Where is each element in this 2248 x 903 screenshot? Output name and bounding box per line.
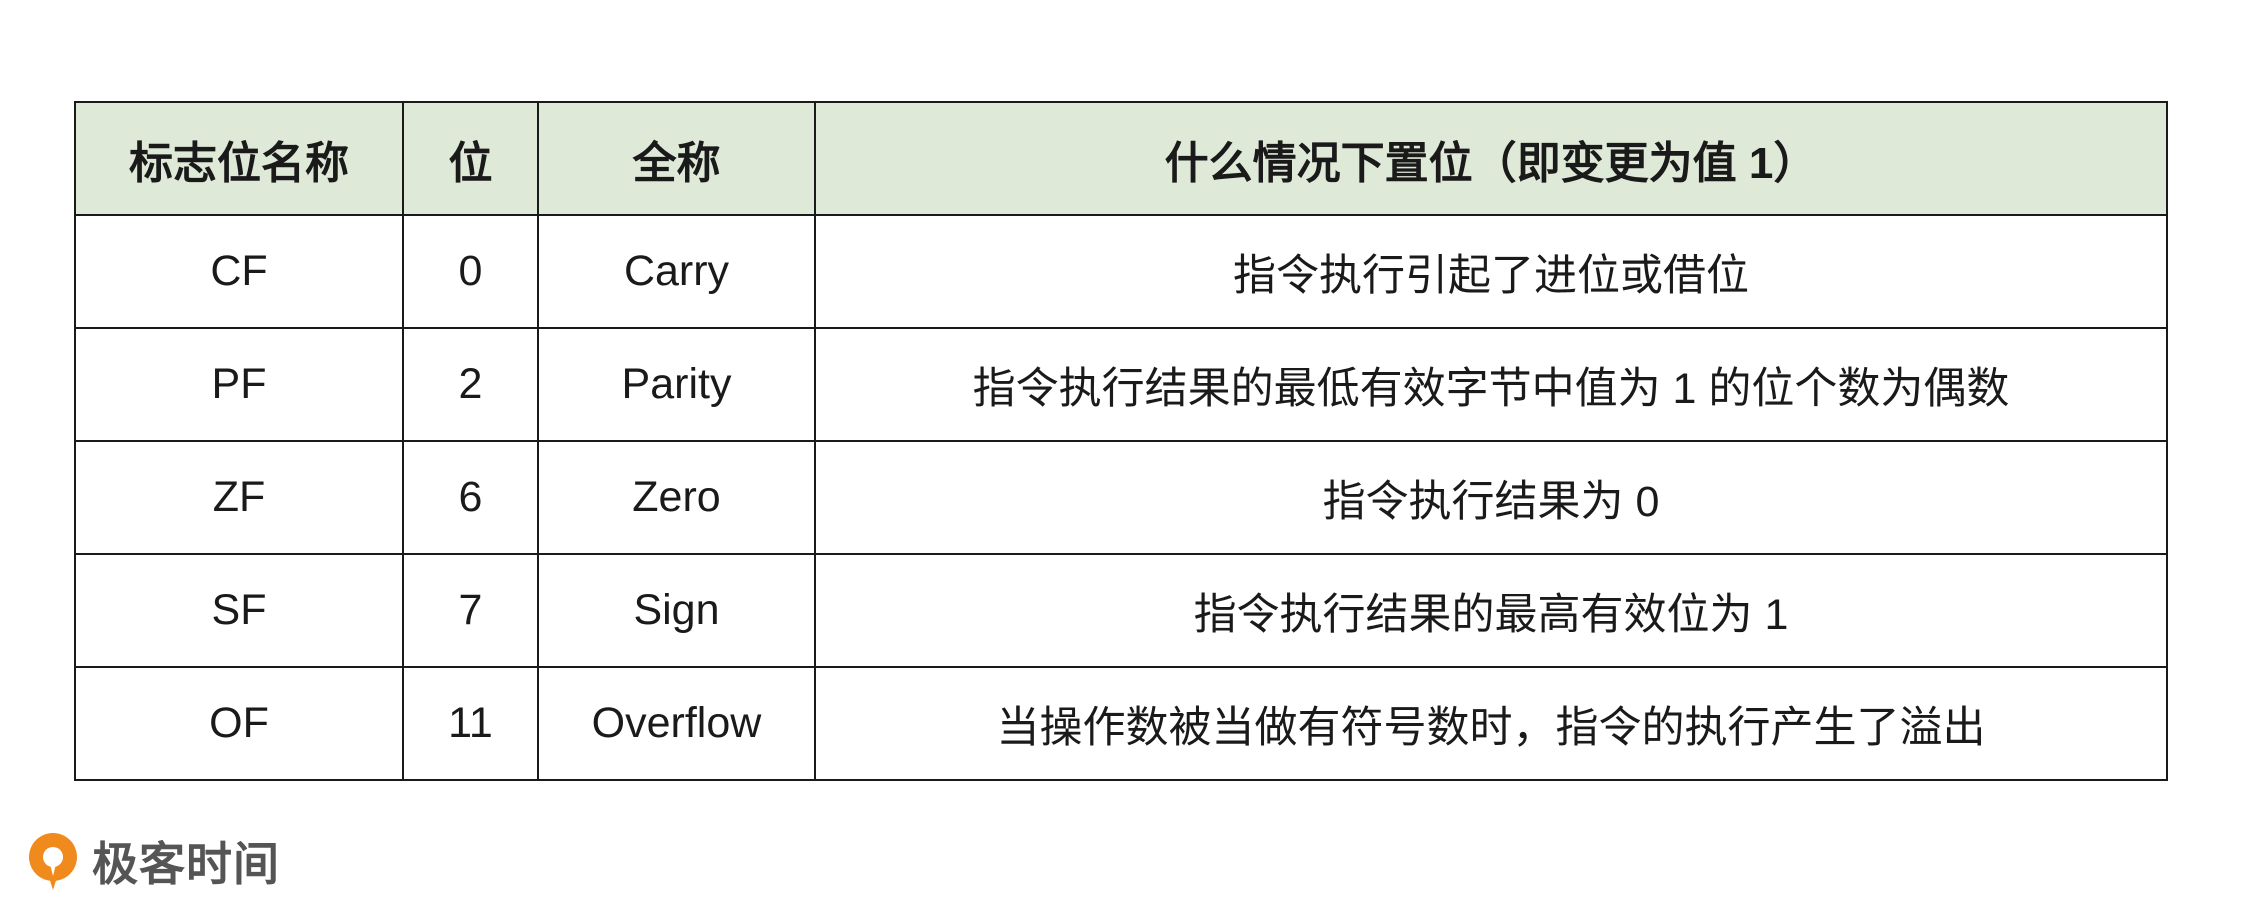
geektime-logo-icon [29, 833, 77, 890]
cell-set-condition: 指令执行结果的最低有效字节中值为 1 的位个数为偶数 [814, 327, 2168, 442]
cell-bit: 7 [402, 553, 539, 668]
cell-full-name: Zero [537, 440, 816, 555]
cell-flag-name: OF [74, 666, 404, 781]
cell-flag-name: PF [74, 327, 404, 442]
table-body: CF 0 Carry 指令执行引起了进位或借位 PF 2 Parity 指令执行… [74, 214, 2168, 781]
header-bit: 位 [402, 101, 539, 216]
cell-bit: 11 [402, 666, 539, 781]
cell-bit: 2 [402, 327, 539, 442]
cell-bit: 6 [402, 440, 539, 555]
cell-bit: 0 [402, 214, 539, 329]
cell-full-name: Parity [537, 327, 816, 442]
cell-set-condition: 当操作数被当做有符号数时，指令的执行产生了溢出 [814, 666, 2168, 781]
table-row: CF 0 Carry 指令执行引起了进位或借位 [74, 214, 2168, 329]
cell-flag-name: ZF [74, 440, 404, 555]
header-row: 标志位名称 位 全称 什么情况下置位（即变更为值 1） [74, 101, 2168, 216]
geektime-logo: 极客时间 [24, 826, 280, 896]
table-row: OF 11 Overflow 当操作数被当做有符号数时，指令的执行产生了溢出 [74, 666, 2168, 781]
table-row: ZF 6 Zero 指令执行结果为 0 [74, 440, 2168, 555]
cell-flag-name: SF [74, 553, 404, 668]
table-row: PF 2 Parity 指令执行结果的最低有效字节中值为 1 的位个数为偶数 [74, 327, 2168, 442]
header-full-name: 全称 [537, 101, 816, 216]
cell-flag-name: CF [74, 214, 404, 329]
cell-set-condition: 指令执行引起了进位或借位 [814, 214, 2168, 329]
cell-full-name: Sign [537, 553, 816, 668]
cell-full-name: Overflow [537, 666, 816, 781]
table-row: SF 7 Sign 指令执行结果的最高有效位为 1 [74, 553, 2168, 668]
cell-set-condition: 指令执行结果的最高有效位为 1 [814, 553, 2168, 668]
flags-table: 标志位名称 位 全称 什么情况下置位（即变更为值 1） CF 0 Carry 指… [74, 101, 2168, 781]
cell-set-condition: 指令执行结果为 0 [814, 440, 2168, 555]
cell-full-name: Carry [537, 214, 816, 329]
header-set-condition: 什么情况下置位（即变更为值 1） [814, 101, 2168, 216]
logo-text: 极客时间 [92, 837, 280, 891]
header-flag-name: 标志位名称 [74, 101, 404, 216]
table-header: 标志位名称 位 全称 什么情况下置位（即变更为值 1） [74, 101, 2168, 216]
